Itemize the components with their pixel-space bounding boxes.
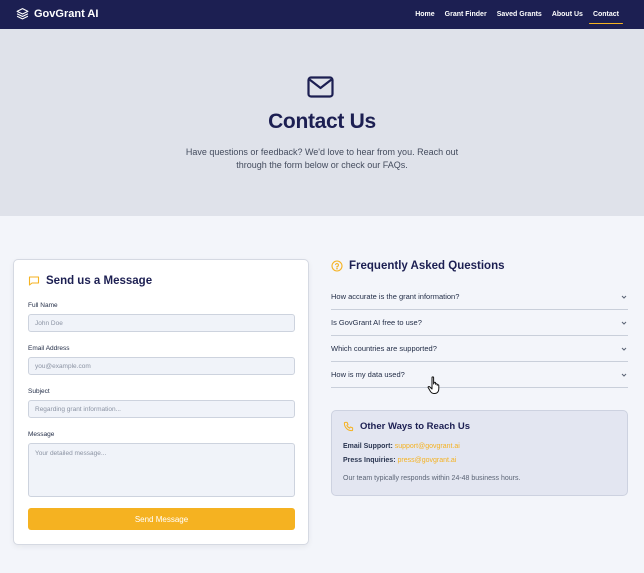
page-subtitle: Have questions or feedback? We'd love to…	[172, 146, 472, 172]
message-label: Message	[28, 431, 55, 438]
brand-logo[interactable]: GovGrant AI	[16, 7, 98, 20]
press-inquiries-line: Press Inquiries: press@govgrant.ai	[343, 457, 456, 464]
nav-link-home[interactable]: Home	[410, 0, 439, 29]
full-name-input[interactable]: John Doe	[28, 314, 295, 332]
message-square-icon	[28, 276, 40, 286]
other-ways-header: Other Ways to Reach Us	[343, 421, 470, 432]
other-ways-title: Other Ways to Reach Us	[360, 421, 470, 432]
full-name-label: Full Name	[28, 302, 58, 309]
response-time-note: Our team typically responds within 24-48…	[343, 475, 521, 482]
page-subtitle-line-2: through the form below or check our FAQs…	[236, 160, 408, 170]
faq-item[interactable]: Is GovGrant AI free to use?	[331, 310, 628, 336]
faq-question: How accurate is the grant information?	[331, 292, 460, 301]
email-label: Email Address	[28, 345, 70, 352]
nav-link-contact[interactable]: Contact	[588, 0, 624, 29]
email-input[interactable]: you@example.com	[28, 357, 295, 375]
faq-item[interactable]: Which countries are supported?	[331, 336, 628, 362]
nav-links: Home Grant Finder Saved Grants About Us …	[410, 0, 624, 29]
press-inquiries-label: Press Inquiries:	[343, 457, 396, 464]
faq-title: Frequently Asked Questions	[349, 260, 505, 272]
other-ways-card: Other Ways to Reach Us Email Support: su…	[331, 410, 628, 496]
hand-cursor-icon	[427, 376, 440, 394]
faq-header: Frequently Asked Questions	[331, 260, 505, 272]
email-support-line: Email Support: support@govgrant.ai	[343, 443, 460, 450]
chevron-down-icon	[621, 373, 627, 377]
help-circle-icon	[331, 260, 343, 272]
faq-question: Is GovGrant AI free to use?	[331, 318, 422, 327]
faq-question: How is my data used?	[331, 370, 405, 379]
chevron-down-icon	[621, 295, 627, 299]
email-support-link[interactable]: support@govgrant.ai	[395, 443, 460, 450]
chevron-down-icon	[621, 347, 627, 351]
nav-link-about-us[interactable]: About Us	[547, 0, 588, 29]
press-inquiries-link[interactable]: press@govgrant.ai	[397, 457, 456, 464]
faq-question: Which countries are supported?	[331, 344, 437, 353]
chevron-down-icon	[621, 321, 627, 325]
message-textarea[interactable]: Your detailed message...	[28, 443, 295, 497]
mail-icon	[307, 76, 334, 98]
phone-icon	[343, 421, 354, 432]
faq-item[interactable]: How accurate is the grant information?	[331, 284, 628, 310]
subject-label: Subject	[28, 388, 50, 395]
page-subtitle-line-1: Have questions or feedback? We'd love to…	[185, 147, 459, 157]
nav-link-saved-grants[interactable]: Saved Grants	[492, 0, 547, 29]
layers-icon	[16, 8, 29, 20]
brand-name: GovGrant AI	[34, 7, 99, 20]
navbar: GovGrant AI Home Grant Finder Saved Gran…	[0, 0, 644, 29]
faq-item[interactable]: How is my data used?	[331, 362, 628, 388]
contact-form-card: Send us a Message Full Name John Doe Ema…	[13, 259, 309, 545]
form-header: Send us a Message	[28, 275, 152, 287]
email-support-label: Email Support:	[343, 443, 393, 450]
nav-link-grant-finder[interactable]: Grant Finder	[440, 0, 492, 29]
page-title: Contact Us	[268, 110, 376, 133]
form-title: Send us a Message	[46, 275, 153, 287]
send-message-button[interactable]: Send Message	[28, 508, 295, 530]
hero-section: Contact Us Have questions or feedback? W…	[0, 29, 644, 216]
subject-input[interactable]: Regarding grant information...	[28, 400, 295, 418]
